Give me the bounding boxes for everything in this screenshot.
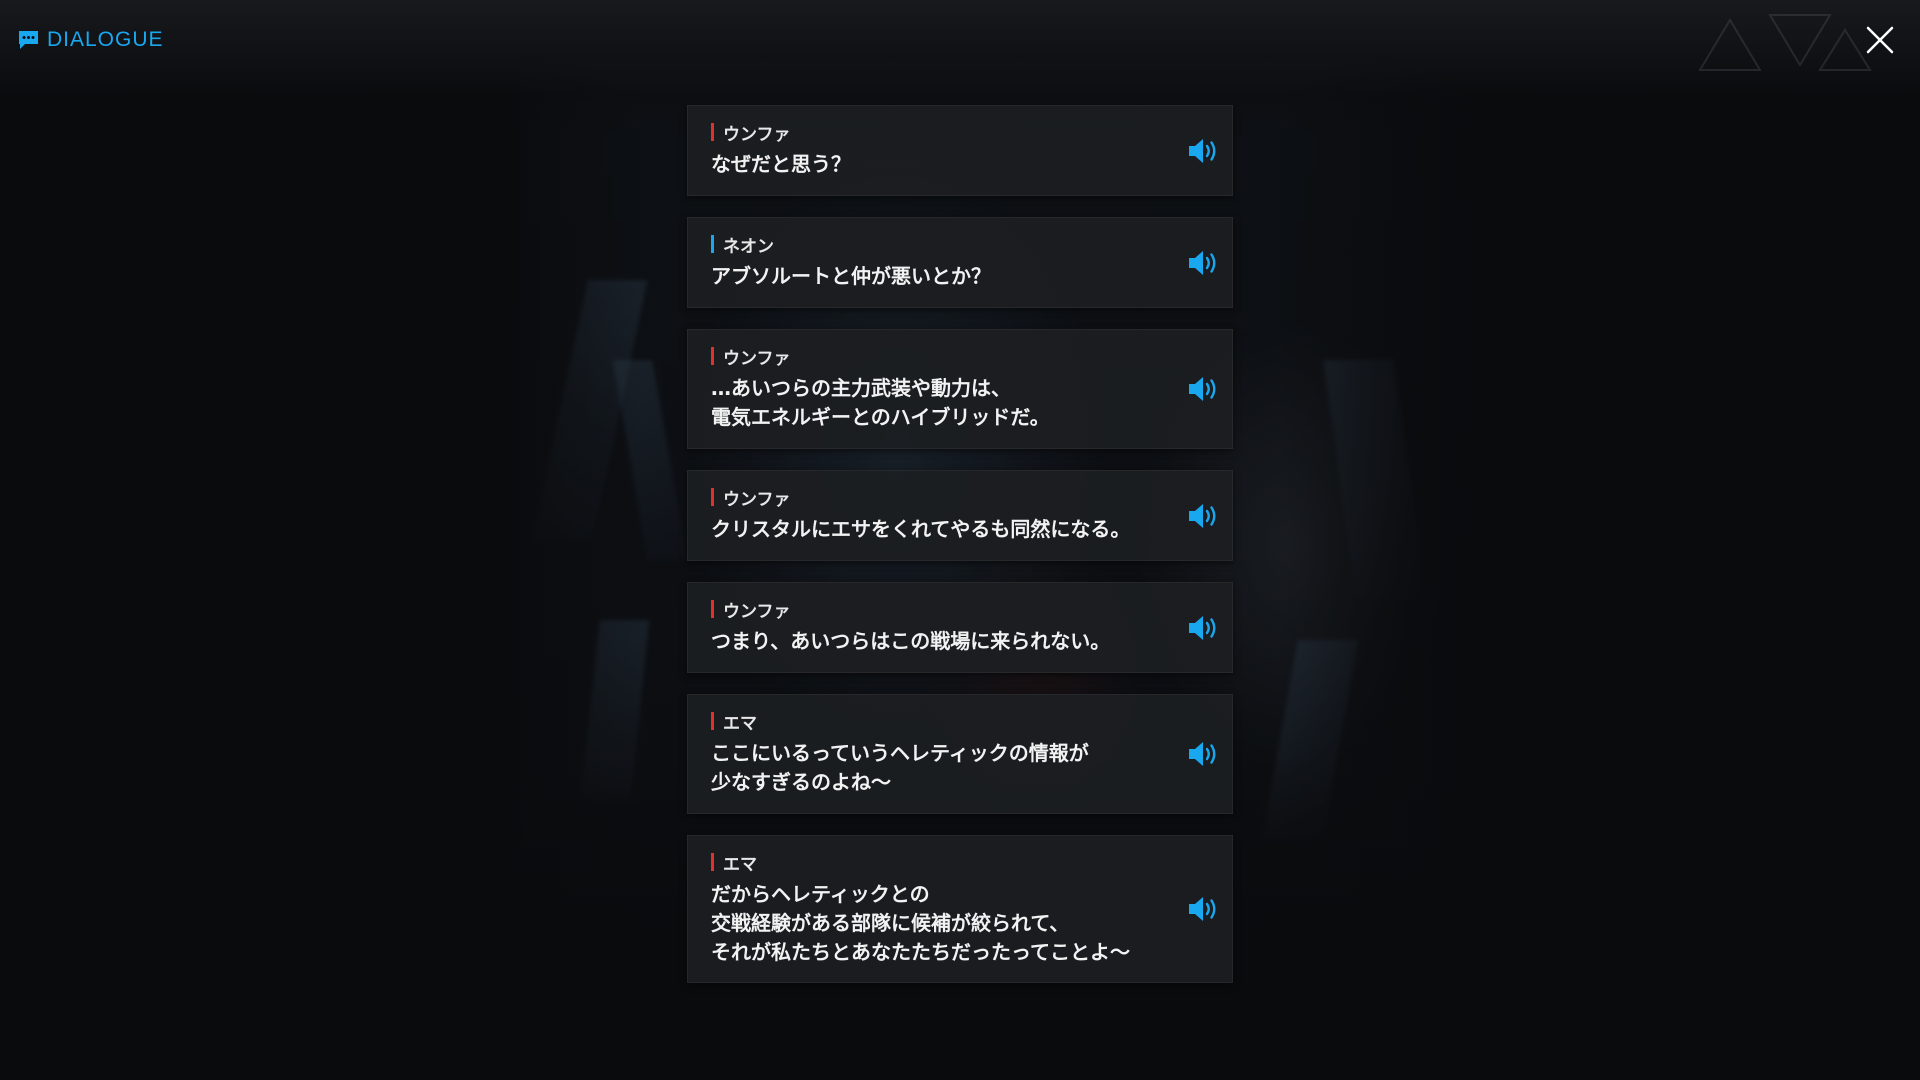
speaker-row: ウンファ: [711, 344, 1142, 369]
dialogue-text: なぜだと思う？: [711, 152, 851, 176]
dialogue-entry: ネオン アブソルートと仲が悪いとか？: [687, 217, 1233, 308]
dialogue-entry: ウンファ つまり、あいつらはこの戦場に来られない。: [687, 582, 1233, 673]
voice-play-button[interactable]: [1186, 612, 1222, 644]
dialogue-entry: ウンファ …あいつらの主力武装や動力は、 電気エネルギーとのハイブリッドだ。: [687, 329, 1233, 449]
speaker-color-bar: [711, 347, 714, 365]
speaker-name: ネオン: [723, 236, 774, 257]
dialogue-entry: ウンファ クリスタルにエサをくれてやるも同然になる。: [687, 470, 1233, 561]
speaker-color-bar: [711, 235, 714, 253]
speaker-row: ウンファ: [711, 485, 1142, 510]
speaker-name: ウンファ: [723, 601, 791, 622]
corner-decoration: [1698, 14, 1872, 71]
voice-play-button[interactable]: [1186, 373, 1222, 405]
speaker-color-bar: [711, 488, 714, 506]
voice-play-button[interactable]: [1186, 893, 1222, 925]
speaker-color-bar: [711, 712, 714, 730]
dialogue-log-screen: DIALOGUE ウンファ なぜだと思う？ ネオン アブソルートと仲が悪いとか？…: [0, 0, 1920, 1080]
speaker-color-bar: [711, 600, 714, 618]
chat-bubble-icon: [19, 31, 38, 49]
speaker-name: ウンファ: [723, 124, 791, 145]
close-button[interactable]: [1862, 22, 1898, 58]
header-title: DIALOGUE: [18, 28, 164, 52]
dialogue-text: だからヘレティックとの 交戦経験がある部隊に候補が絞られて、 それが私たちとあな…: [711, 882, 1130, 964]
header-bar: DIALOGUE: [0, 0, 1920, 96]
dialogue-text: クリスタルにエサをくれてやるも同然になる。: [711, 517, 1131, 541]
dialogue-entry: エマ ここにいるっていうヘレティックの情報が 少なすぎるのよね～: [687, 694, 1233, 814]
speaker-name: エマ: [723, 854, 757, 875]
voice-play-button[interactable]: [1186, 500, 1222, 532]
speaker-name: ウンファ: [723, 489, 791, 510]
speaker-row: エマ: [711, 850, 1142, 875]
dialogue-entry: エマ だからヘレティックとの 交戦経験がある部隊に候補が絞られて、 それが私たち…: [687, 835, 1233, 983]
speaker-row: ウンファ: [711, 597, 1142, 622]
voice-play-button[interactable]: [1186, 135, 1222, 167]
dialogue-text: ここにいるっていうヘレティックの情報が 少なすぎるのよね～: [711, 741, 1089, 794]
dialogue-text: アブソルートと仲が悪いとか？: [711, 264, 991, 288]
speaker-row: ウンファ: [711, 120, 1142, 145]
speaker-color-bar: [711, 123, 714, 141]
speaker-color-bar: [711, 853, 714, 871]
dialogue-text: つまり、あいつらはこの戦場に来られない。: [711, 629, 1111, 653]
voice-play-button[interactable]: [1186, 247, 1222, 279]
voice-play-button[interactable]: [1186, 738, 1222, 770]
speaker-name: エマ: [723, 713, 757, 734]
speaker-row: エマ: [711, 709, 1142, 734]
dialogue-list: ウンファ なぜだと思う？ ネオン アブソルートと仲が悪いとか？ ウンファ …あい…: [687, 105, 1233, 1004]
dialogue-text: …あいつらの主力武装や動力は、 電気エネルギーとのハイブリッドだ。: [711, 376, 1050, 429]
dialogue-entry: ウンファ なぜだと思う？: [687, 105, 1233, 196]
speaker-name: ウンファ: [723, 348, 791, 369]
header-title-label: DIALOGUE: [47, 28, 164, 51]
speaker-row: ネオン: [711, 232, 1142, 257]
